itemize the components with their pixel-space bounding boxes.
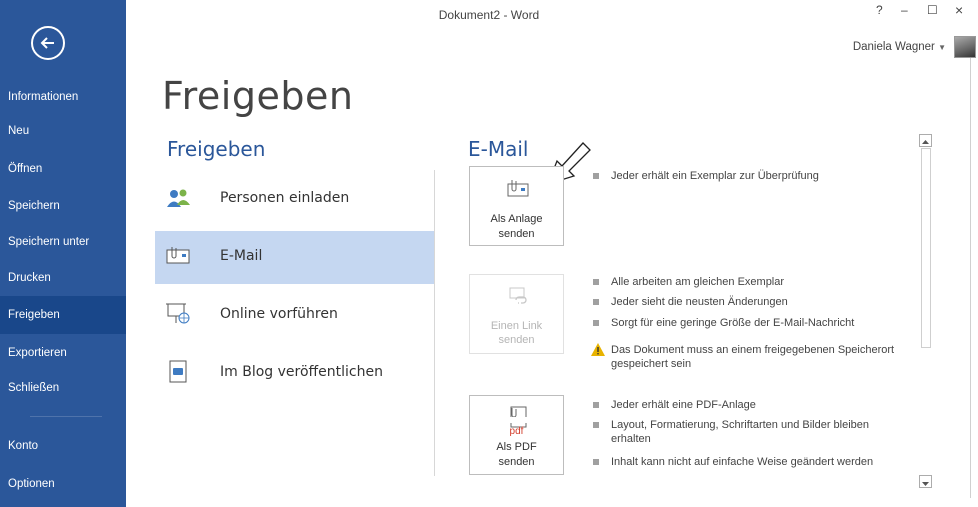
send-as-pdf-button[interactable]: pdf Als PDF senden [469, 395, 564, 475]
share-item-online-vorfuehren[interactable]: Online vorführen [155, 289, 434, 342]
share-item-email[interactable]: E-Mail [155, 231, 434, 284]
maximize-button[interactable]: ☐ [927, 3, 938, 17]
user-name[interactable]: Daniela Wagner ▼ [853, 41, 946, 53]
back-arrow-icon [40, 37, 54, 49]
people-icon [167, 189, 190, 207]
window-edge [970, 58, 971, 498]
backstage-sidebar: Informationen Neu Öffnen Speichern Speic… [0, 0, 126, 507]
nav-konto[interactable]: Konto [0, 427, 126, 465]
share-item-label: Im Blog veröffentlichen [220, 364, 383, 380]
scroll-up-button[interactable] [919, 134, 932, 147]
button-label-line2: senden [498, 456, 535, 468]
scroll-down-button[interactable] [919, 475, 932, 488]
link-mail-icon [509, 287, 527, 304]
share-item-personen-einladen[interactable]: Personen einladen [155, 173, 434, 226]
chevron-down-icon: ▼ [938, 43, 946, 52]
nav-schliessen[interactable]: Schließen [0, 369, 126, 407]
page-title: Freigeben [162, 74, 354, 118]
section-title: Freigeben [167, 137, 266, 161]
nav-speichern[interactable]: Speichern [0, 187, 126, 225]
avatar[interactable] [954, 36, 976, 58]
share-item-label: E-Mail [220, 248, 263, 264]
email-icon [166, 247, 190, 264]
share-item-blog[interactable]: Im Blog veröffentlichen [155, 347, 434, 400]
nav-exportieren[interactable]: Exportieren [0, 334, 126, 372]
nav-oeffnen[interactable]: Öffnen [0, 150, 126, 188]
vertical-scrollbar[interactable] [918, 134, 934, 490]
caret-down-icon [922, 482, 929, 486]
button-label-line2: senden [498, 334, 535, 346]
help-button[interactable]: ? [876, 3, 883, 17]
share-item-label: Personen einladen [220, 190, 350, 206]
nav-freigeben[interactable]: Freigeben [0, 296, 126, 334]
button-label-line1: Als Anlage [490, 213, 543, 225]
nav-optionen[interactable]: Optionen [0, 465, 126, 503]
send-as-attachment-button[interactable]: Als Anlage senden [469, 166, 564, 246]
send-link-button[interactable]: Einen Link senden [469, 274, 564, 354]
warning-icon [591, 343, 605, 356]
sidebar-divider [30, 416, 102, 417]
share-item-label: Online vorführen [220, 306, 338, 322]
nav-informationen[interactable]: Informationen [0, 78, 126, 116]
nav-drucken[interactable]: Drucken [0, 259, 126, 297]
nav-neu[interactable]: Neu [0, 112, 126, 150]
scroll-thumb[interactable] [921, 148, 931, 348]
minimize-button[interactable]: – [901, 3, 908, 17]
caret-up-icon [922, 140, 929, 144]
present-online-icon [166, 303, 190, 324]
nav-speichern-unter[interactable]: Speichern unter [0, 223, 126, 261]
button-label-line1: Als PDF [496, 441, 537, 453]
panel-divider [434, 170, 435, 476]
blog-icon [169, 360, 187, 383]
close-button[interactable]: × [955, 2, 963, 18]
attachment-mail-icon [507, 180, 529, 197]
button-label-line2: senden [498, 228, 535, 240]
back-button[interactable] [31, 26, 65, 60]
pdf-badge: pdf [509, 426, 524, 437]
window-title: Dokument2 - Word [438, 8, 540, 22]
email-section-title: E-Mail [468, 137, 529, 161]
button-label-line1: Einen Link [490, 320, 543, 332]
